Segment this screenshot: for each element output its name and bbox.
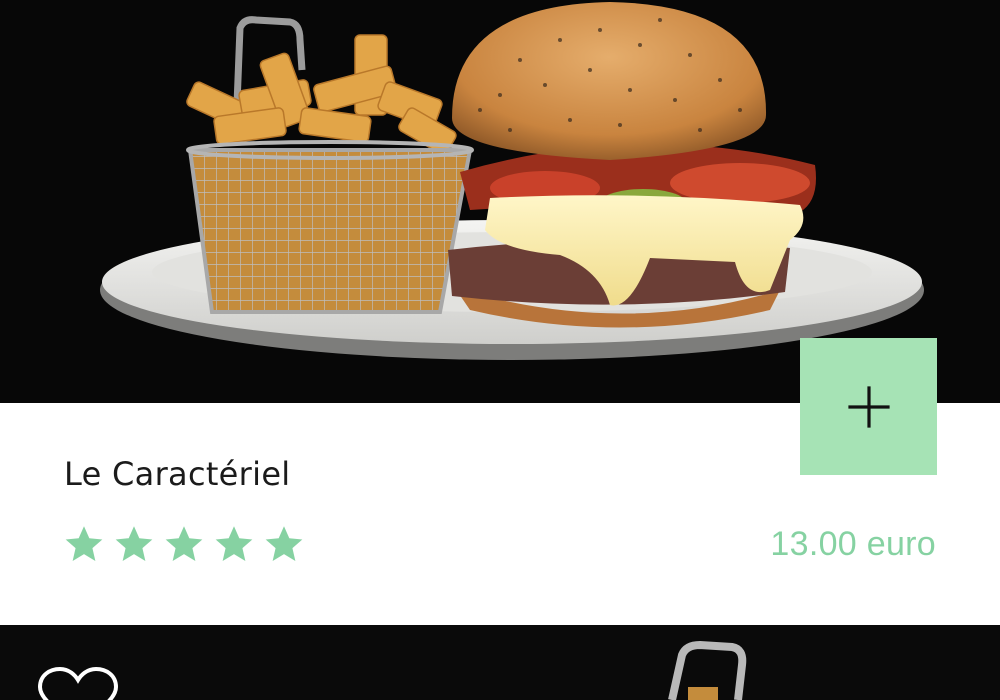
next-product-card[interactable] (0, 625, 1000, 700)
star-icon (115, 526, 153, 561)
heart-outline-icon[interactable] (36, 665, 120, 700)
product-price: 13.00 euro (770, 525, 936, 563)
star-icon (265, 526, 303, 561)
add-to-cart-button[interactable] (800, 338, 937, 475)
star-icon (165, 526, 203, 561)
product-image (668, 640, 747, 700)
product-title: Le Caractériel (64, 455, 291, 493)
star-icon (65, 526, 103, 561)
rating-stars (62, 523, 306, 567)
plus-icon (847, 385, 890, 428)
star-icon (215, 526, 253, 561)
